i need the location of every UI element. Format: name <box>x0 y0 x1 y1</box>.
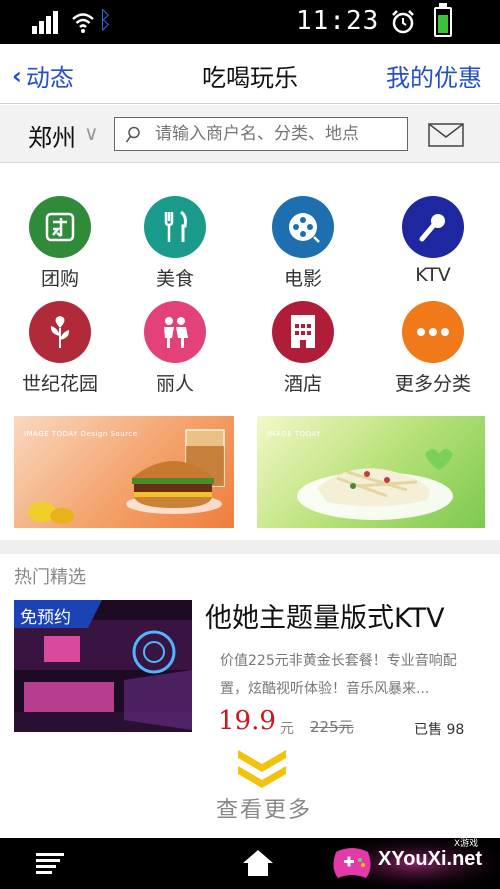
section-title: 热门精选 <box>14 567 86 588</box>
category-ktv[interactable]: KTV <box>373 196 493 286</box>
bluetooth-icon: ᛒ <box>98 6 113 34</box>
category-more[interactable]: 更多分类 <box>373 301 493 396</box>
search-box[interactable] <box>114 117 408 151</box>
chevron-down-icon[interactable]: ∨ <box>84 121 99 145</box>
promo-banner-burger[interactable]: IMAGE TODAY Design Source <box>14 416 234 528</box>
category-label: 美食 <box>155 268 194 290</box>
no-reservation-badge: 免预约 <box>14 600 102 628</box>
section-divider <box>0 540 500 554</box>
double-chevron-down-icon[interactable] <box>236 748 288 790</box>
more-icon <box>402 301 464 363</box>
category-label: 世纪花园 <box>21 373 98 395</box>
sold-count: 已售 98 <box>414 722 465 738</box>
chevron-left-icon: ‹ <box>12 61 22 90</box>
my-coupons-button[interactable]: 我的优惠 <box>386 58 482 93</box>
category-group-buy[interactable]: 团购 <box>0 196 120 291</box>
flower-icon <box>29 301 91 363</box>
group-buy-icon <box>29 196 91 258</box>
watermark-small-text: X游戏 <box>454 839 479 849</box>
category-label: 丽人 <box>155 373 194 395</box>
deal-title[interactable]: 他她主题量版式KTV <box>205 596 445 635</box>
watermark-text: XYouXi.net <box>378 848 483 870</box>
category-label: 电影 <box>283 268 322 290</box>
original-price: 225元 <box>310 718 354 736</box>
mail-icon[interactable] <box>428 123 464 147</box>
search-input[interactable] <box>155 124 405 144</box>
promo-banner-salad[interactable]: IMAGE TODAY <box>257 416 485 528</box>
alarm-icon <box>392 10 414 34</box>
category-label: 团购 <box>40 268 79 290</box>
deal-price: 19.9 <box>218 706 276 736</box>
battery-icon <box>434 3 452 37</box>
search-row: 郑州 ∨ <box>0 105 500 163</box>
status-time: 11:23 <box>296 6 380 36</box>
category-food[interactable]: 美食 <box>115 196 235 291</box>
deal-image[interactable]: 免预约 <box>14 600 192 732</box>
couple-icon <box>144 301 206 363</box>
salad-illustration <box>297 449 453 520</box>
deal-description: 价值225元非黄金长套餐！专业音响配置，炫酷视听体验！音乐风暴来... <box>220 653 457 697</box>
category-garden[interactable]: 世纪花园 <box>0 301 120 396</box>
category-label: 更多分类 <box>394 373 471 395</box>
menu-icon[interactable] <box>36 853 64 875</box>
category-movie[interactable]: 电影 <box>243 196 363 291</box>
category-label: KTV <box>415 264 451 286</box>
nav-bar: ‹ 动态 吃喝玩乐 我的优惠 <box>0 44 500 104</box>
wifi-icon <box>72 13 94 33</box>
city-selector[interactable]: 郑州 <box>28 118 76 153</box>
microphone-icon <box>402 196 464 258</box>
category-beauty[interactable]: 丽人 <box>115 301 235 396</box>
status-bar: ᛒ 11:23 <box>0 0 500 44</box>
back-label: 动态 <box>25 64 74 92</box>
back-button[interactable]: ‹ 动态 <box>12 58 74 93</box>
signal-icon <box>32 10 64 34</box>
burger-illustration <box>28 429 225 524</box>
film-reel-icon <box>272 196 334 258</box>
search-icon <box>125 126 140 143</box>
view-more-button[interactable]: 查看更多 <box>0 792 500 824</box>
hotel-icon <box>272 301 334 363</box>
category-label: 酒店 <box>283 373 322 395</box>
fork-knife-icon <box>144 196 206 258</box>
category-hotel[interactable]: 酒店 <box>243 301 363 396</box>
price-unit: 元 <box>280 721 294 737</box>
home-icon[interactable] <box>242 848 274 878</box>
